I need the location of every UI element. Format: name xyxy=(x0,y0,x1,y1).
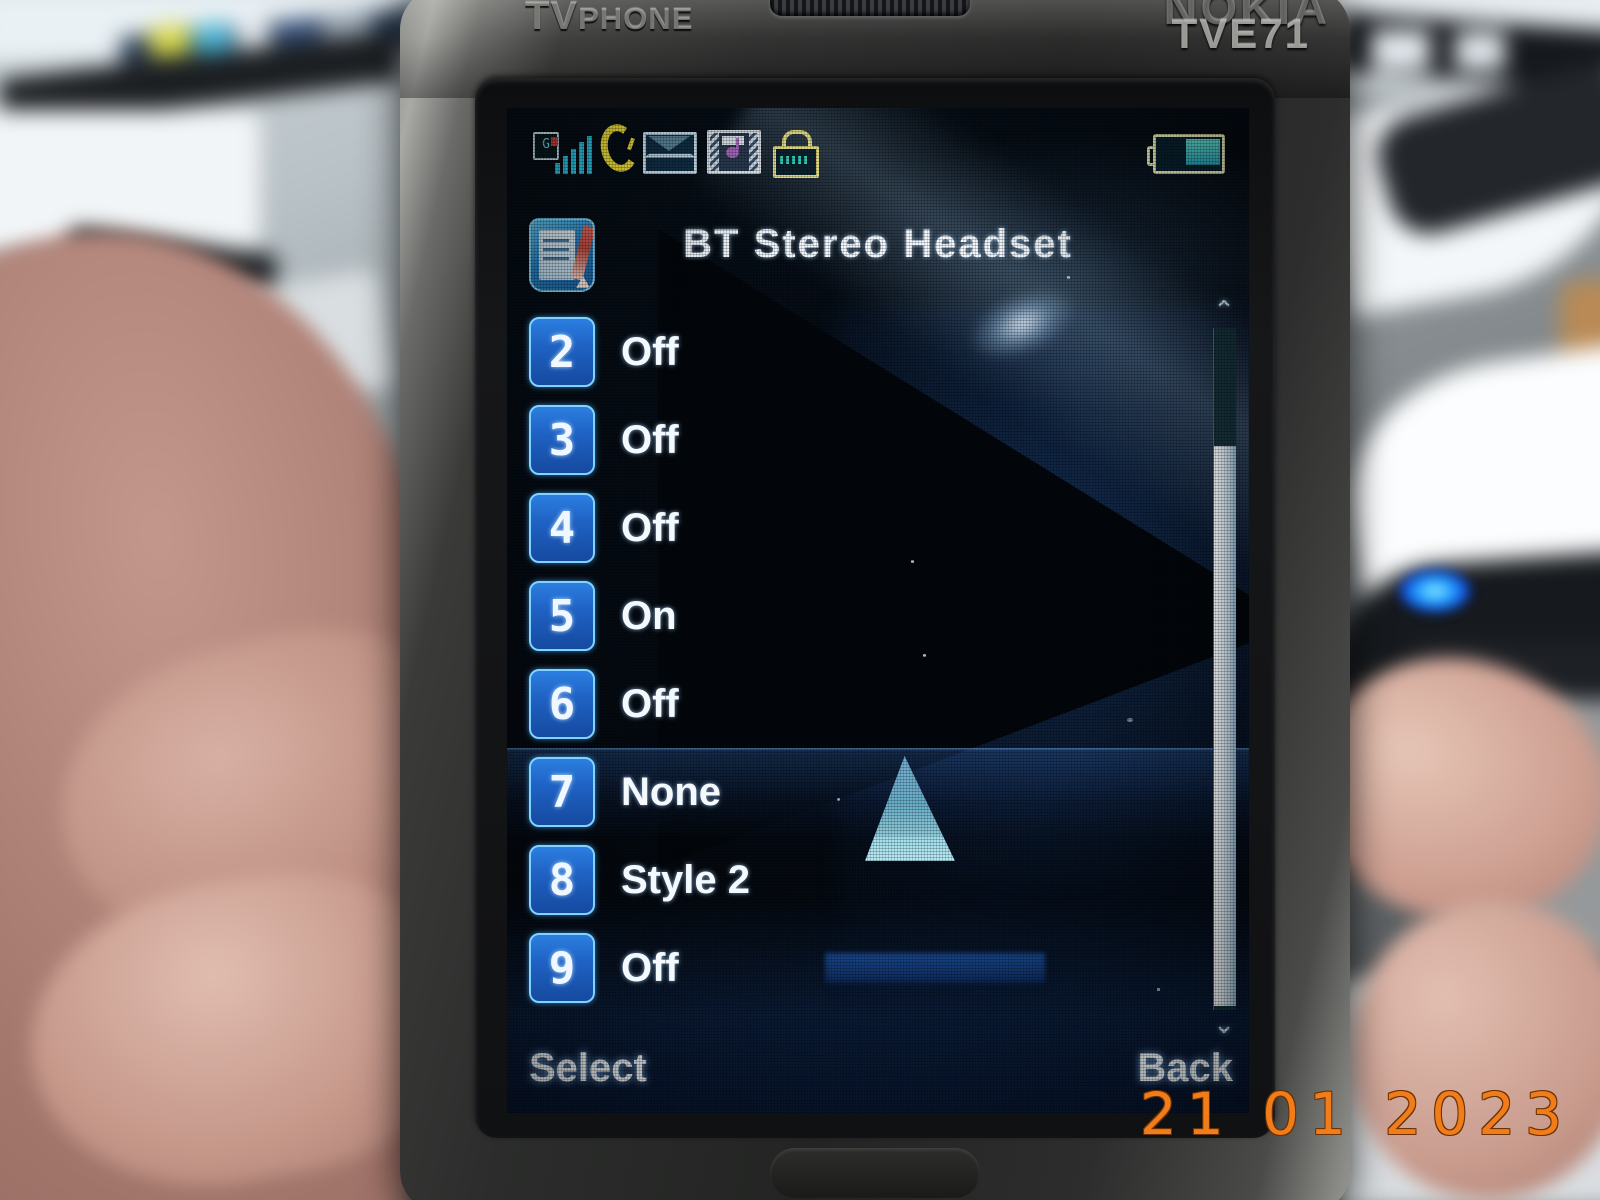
multimedia-message-icon xyxy=(707,130,761,174)
list-item-number: 7 xyxy=(529,757,595,827)
keypad-lock-icon xyxy=(771,130,819,178)
list-item-label: None xyxy=(621,769,721,814)
list-item-number: 4 xyxy=(529,493,595,563)
list-item-number: 2 xyxy=(529,317,595,387)
list-item[interactable]: 9 Off xyxy=(507,924,1249,1012)
camera-date-stamp: 21 01 2023 xyxy=(1139,1080,1572,1148)
list-item-number: 6 xyxy=(529,669,595,739)
brand-tv-label: TV xyxy=(525,0,579,38)
list-item-label: Off xyxy=(621,329,679,374)
list-item-number: 3 xyxy=(529,405,595,475)
earpiece-grille xyxy=(770,0,970,16)
softkey-bar: Select Back xyxy=(507,1013,1249,1113)
home-key[interactable] xyxy=(770,1148,980,1198)
battery-icon xyxy=(1147,134,1225,174)
list-item[interactable]: 8 Style 2 xyxy=(507,836,1249,924)
brand-tv-phone: TVPHONE xyxy=(525,0,693,39)
device-model-label: TVE71 xyxy=(1171,10,1310,57)
blue-led-indicator xyxy=(1400,570,1470,612)
list-item-label: Off xyxy=(621,681,679,726)
list-item-label: Off xyxy=(621,417,679,462)
photograph-of-phone: TVPHONE NOKIA TVE71 G BT Stereo Headset … xyxy=(0,0,1600,1200)
page-title: BT Stereo Headset xyxy=(683,222,1073,266)
list-item-number: 9 xyxy=(529,933,595,1003)
list-item-number: 5 xyxy=(529,581,595,651)
call-divert-icon xyxy=(596,120,642,176)
list-item[interactable]: 5 On xyxy=(507,572,1249,660)
status-bar: G xyxy=(507,120,1249,180)
phone-screen: G BT Stereo Headset 2 Off 3 Off 4 Off 5 … xyxy=(507,108,1249,1113)
left-softkey-select[interactable]: Select xyxy=(529,1046,647,1091)
list-item-label: Off xyxy=(621,945,679,990)
list-item-selected[interactable]: 7 None xyxy=(507,748,1249,836)
list-item[interactable]: 3 Off xyxy=(507,396,1249,484)
list-item[interactable]: 6 Off xyxy=(507,660,1249,748)
list-item-label: Style 2 xyxy=(621,857,750,902)
message-icon xyxy=(643,132,697,174)
list-item-label: Off xyxy=(621,505,679,550)
scrollbar[interactable]: ⌃ ⌄ xyxy=(1207,298,1241,1038)
title-bar: BT Stereo Headset xyxy=(507,216,1249,302)
gprs-signal-icon: G xyxy=(533,132,592,174)
list-item-number: 8 xyxy=(529,845,595,915)
settings-list: 2 Off 3 Off 4 Off 5 On 6 Off 7 None 8 St… xyxy=(507,308,1249,1014)
list-item[interactable]: 4 Off xyxy=(507,484,1249,572)
phone-body: TVPHONE NOKIA TVE71 G BT Stereo Headset … xyxy=(400,0,1350,1200)
brand-phone-label: PHONE xyxy=(578,1,694,36)
scrollbar-track[interactable] xyxy=(1213,328,1236,1010)
list-item-label: On xyxy=(621,593,677,638)
scroll-up-icon[interactable]: ⌃ xyxy=(1210,298,1238,324)
scrollbar-thumb[interactable] xyxy=(1214,446,1236,1006)
list-item[interactable]: 2 Off xyxy=(507,308,1249,396)
